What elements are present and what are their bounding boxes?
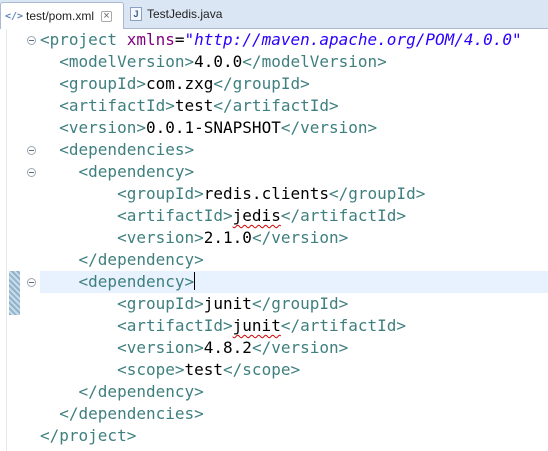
code-line-15: <version>4.8.2</version> [117, 338, 349, 357]
quick-diff-marker[interactable] [9, 271, 20, 315]
text-cursor [194, 272, 196, 290]
code-line-19: </project> [40, 426, 137, 445]
fold-toggle-dependencies[interactable] [27, 146, 36, 155]
code-line-9: <artifactId>jedis</artifactId> [117, 206, 407, 225]
code-line-6: <dependencies> [59, 140, 195, 159]
code-line-4: <artifactId>test</artifactId> [59, 96, 339, 115]
tab-testjedis-java[interactable]: J TestJedis.java [128, 2, 228, 26]
code-line-8: <groupId>redis.clients</groupId> [117, 184, 426, 203]
code-line-13: <groupId>junit</groupId> [117, 294, 349, 313]
xml-editor-window: </> test/pom.xml × J TestJedis.java <pro… [0, 0, 548, 451]
code-line-12: <dependency> [78, 272, 196, 291]
tab-label: TestJedis.java [147, 7, 223, 21]
code-editor[interactable]: <project xmlns="http://maven.apache.org/… [40, 29, 548, 451]
fold-toggle-dependency-1[interactable] [27, 168, 36, 177]
tab-label: test/pom.xml [26, 9, 95, 23]
close-icon[interactable]: × [101, 10, 113, 22]
code-line-3: <groupId>com.zxg</groupId> [59, 74, 310, 93]
code-line-11: </dependency> [78, 250, 204, 269]
java-file-icon: J [130, 7, 142, 21]
code-line-1: <project xmlns="http://maven.apache.org/… [40, 30, 522, 49]
code-line-16: <scope>test</scope> [117, 360, 301, 379]
xml-file-icon: </> [4, 10, 24, 22]
code-line-7: <dependency> [78, 162, 195, 181]
code-line-18: </dependencies> [59, 404, 204, 423]
code-line-5: <version>0.0.1-SNAPSHOT</version> [59, 118, 378, 137]
code-line-10: <version>2.1.0</version> [117, 228, 349, 247]
tab-pom-xml[interactable]: </> test/pom.xml × [0, 2, 124, 29]
editor-tab-bar: </> test/pom.xml × J TestJedis.java [0, 0, 548, 29]
code-line-17: </dependency> [78, 382, 204, 401]
overview-ruler [0, 29, 7, 451]
code-line-14: <artifactId>junit</artifactId> [117, 316, 407, 335]
fold-toggle-project[interactable] [27, 36, 36, 45]
code-line-2: <modelVersion>4.0.0</modelVersion> [59, 52, 387, 71]
fold-toggle-dependency-2[interactable] [27, 278, 36, 287]
